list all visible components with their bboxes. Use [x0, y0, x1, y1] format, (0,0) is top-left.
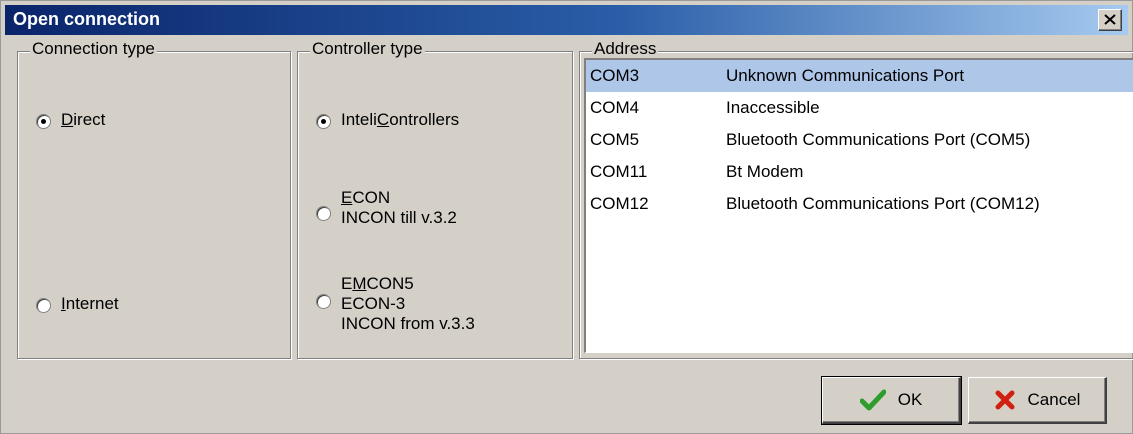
title-bar[interactable]: Open connection	[5, 5, 1128, 35]
radio-indicator[interactable]	[36, 114, 51, 129]
radio-direct[interactable]: Direct	[36, 110, 105, 130]
list-item[interactable]: COM11 Bt Modem	[586, 156, 1133, 188]
controller-type-label: Controller type	[310, 39, 425, 59]
ok-label: OK	[897, 390, 923, 409]
address-group: Address COM3 Unknown Communications Port…	[579, 39, 1133, 359]
radio-inteli-controllers[interactable]: InteliControllers	[316, 110, 459, 130]
list-item[interactable]: COM5 Bluetooth Communications Port (COM5…	[586, 124, 1133, 156]
address-listbox[interactable]: COM3 Unknown Communications Port COM4 In…	[584, 58, 1133, 353]
radio-indicator[interactable]	[316, 114, 331, 129]
connection-type-group: Connection type Direct Internet	[17, 39, 291, 359]
close-icon	[1104, 14, 1116, 25]
ok-button[interactable]: OK	[821, 376, 962, 425]
window-title: Open connection	[13, 9, 161, 29]
address-label: Address	[592, 39, 659, 59]
radio-indicator[interactable]	[36, 298, 51, 313]
checkmark-icon	[859, 389, 886, 411]
radio-econ[interactable]: ECON INCON till v.3.2	[316, 188, 457, 228]
list-item[interactable]: COM12 Bluetooth Communications Port (COM…	[586, 188, 1133, 220]
connection-type-label: Connection type	[30, 39, 157, 59]
radio-indicator[interactable]	[316, 294, 331, 309]
radio-emcon5[interactable]: EMCON5 ECON-3 INCON from v.3.3	[316, 274, 475, 334]
list-item[interactable]: COM3 Unknown Communications Port	[586, 60, 1133, 92]
cancel-button[interactable]: Cancel	[968, 377, 1107, 424]
open-connection-dialog: Open connection Connection type Direct I…	[0, 0, 1133, 434]
list-item[interactable]: COM4 Inaccessible	[586, 92, 1133, 124]
cancel-label: Cancel	[1027, 390, 1081, 409]
controller-type-group: Controller type InteliControllers ECON I…	[297, 39, 573, 359]
x-icon	[995, 390, 1015, 410]
radio-internet[interactable]: Internet	[36, 294, 119, 314]
radio-indicator[interactable]	[316, 206, 331, 221]
close-button[interactable]	[1098, 9, 1122, 31]
